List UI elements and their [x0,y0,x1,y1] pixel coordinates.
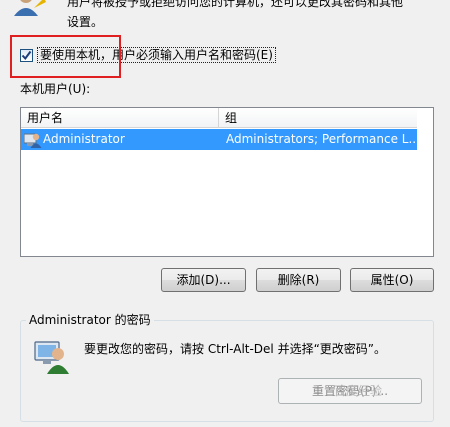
add-button[interactable]: 添加(D)... [161,268,246,292]
password-groupbox [20,320,434,422]
column-header-group[interactable]: 组 [219,108,417,128]
description-line-1: 用户将被授予或拒绝访问您的计算机，还可以更改其密码和其他 [67,0,404,9]
password-groupbox-title: Administrator 的密码 [26,311,154,328]
remove-button[interactable]: 删除(R) [256,268,341,292]
description-line-2: 设置。 [67,15,104,29]
row-group: Administrators; Performance L... [226,132,420,146]
column-header-username[interactable]: 用户名 [21,108,219,128]
properties-button[interactable]: 属性(O) [350,268,434,292]
table-row[interactable]: Administrator Administrators; Performanc… [21,129,420,150]
user-icon [24,133,42,148]
row-username: Administrator [43,132,125,146]
local-users-list[interactable]: 用户名 组 Administrator Administrators; Perf… [20,107,434,257]
users-icon [14,0,46,16]
password-instruction-text: 要更改您的密码，请按 Ctrl-Alt-Del 并选择“更改密码”。 [84,342,387,356]
local-users-label: 本机用户(U): [20,82,91,96]
annotation-highlight-box [10,35,121,78]
user-key-icon [34,341,69,374]
watermark-text: 百度经验 [334,384,383,398]
